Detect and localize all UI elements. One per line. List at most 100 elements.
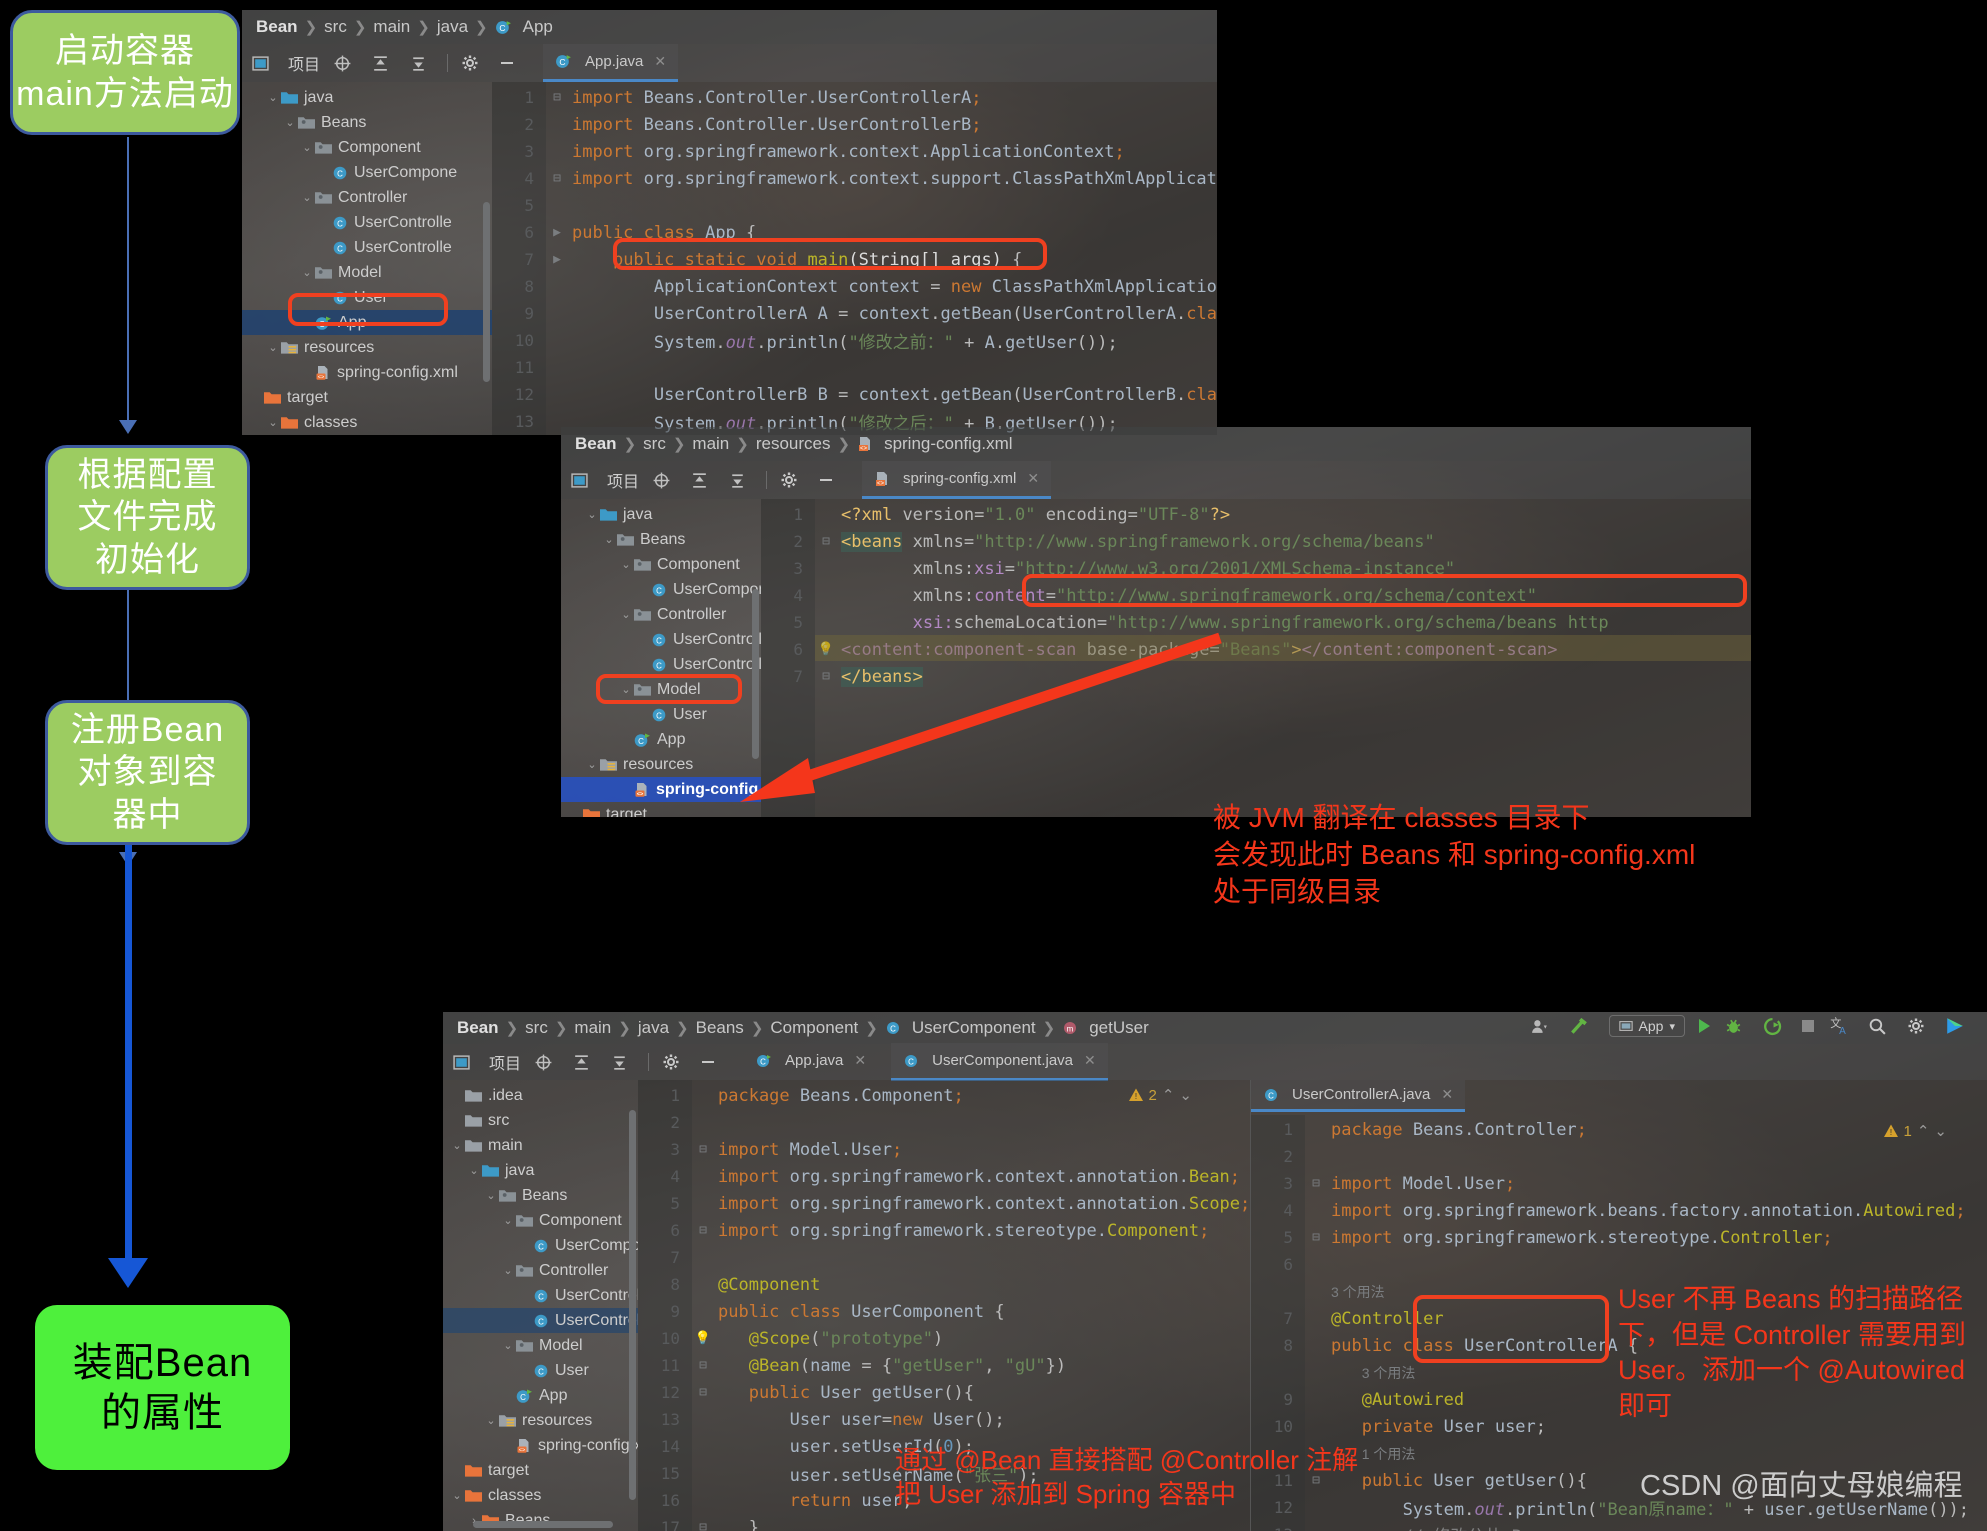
chevron-icon[interactable]: ⌄ xyxy=(584,758,600,771)
tree-node[interactable]: C App xyxy=(242,310,492,335)
fold-marker-icon[interactable]: ⊟ xyxy=(692,1385,714,1400)
breadcrumb-item-5[interactable]: Component xyxy=(770,1018,858,1038)
code-line[interactable]: 4 import org.springframework.context.ann… xyxy=(638,1163,1250,1190)
fold-marker-icon[interactable]: ▶ xyxy=(546,225,568,240)
code-line[interactable]: 17 ⊟ } xyxy=(638,1514,1250,1531)
breadcrumb-item-3[interactable]: resources xyxy=(756,434,831,454)
tree-node[interactable]: ⌄ Model xyxy=(443,1333,638,1358)
fold-marker-icon[interactable]: ⊟ xyxy=(1305,1230,1327,1245)
chevron-icon[interactable]: ⌄ xyxy=(618,558,634,571)
code-line[interactable]: 9 UserControllerA A = context.getBean(Us… xyxy=(492,300,1217,327)
project-panel-icon[interactable] xyxy=(453,1054,470,1071)
code-line[interactable]: 12 UserControllerB B = context.getBean(U… xyxy=(492,381,1217,408)
breadcrumb-item-6[interactable]: UserComponent xyxy=(912,1018,1036,1038)
tree-node[interactable]: C UserCompone xyxy=(443,1233,638,1258)
project-label[interactable]: 项目 xyxy=(288,51,320,75)
target-icon[interactable] xyxy=(652,471,671,490)
code-line[interactable]: 10 💡 @Scope("prototype") xyxy=(638,1325,1250,1352)
close-icon[interactable]: ✕ xyxy=(1084,1052,1096,1069)
code-line[interactable]: 7 ▶ public static void main(String[] arg… xyxy=(492,246,1217,273)
close-icon[interactable]: ✕ xyxy=(854,1052,866,1069)
code-line[interactable]: 12 ⊟ public User getUser(){ xyxy=(638,1379,1250,1406)
tree-node[interactable]: ⌄ Component xyxy=(561,552,761,577)
breadcrumb-item-4[interactable]: App xyxy=(523,17,553,37)
user-profile-icon[interactable] xyxy=(1530,1017,1549,1036)
tree-node[interactable]: C App xyxy=(443,1383,638,1408)
tree-node[interactable]: ⌄ Model xyxy=(242,260,492,285)
chevron-down-icon[interactable]: ⌄ xyxy=(1179,1086,1192,1104)
tab-app-java[interactable]: C App.java ✕ xyxy=(543,44,679,82)
chevron-icon[interactable]: ⌄ xyxy=(449,1489,465,1502)
code-line[interactable]: 3 ⊟ import Model.User; xyxy=(1251,1170,1987,1197)
code-line[interactable]: 13 // 修改公共 Bean xyxy=(1251,1521,1987,1531)
tree-node[interactable]: ⌄ resources xyxy=(443,1408,638,1433)
tree-node[interactable]: C User xyxy=(242,285,492,310)
tree-node[interactable]: ⌄ main xyxy=(443,1133,638,1158)
code-line[interactable]: 2 ⊟ <beans xmlns="http://www.springframe… xyxy=(761,528,1751,555)
expand-all-icon[interactable] xyxy=(371,54,390,73)
collapse-all-icon[interactable] xyxy=(728,471,747,490)
chevron-icon[interactable]: ⌄ xyxy=(601,533,617,546)
tree-node[interactable]: <> spring-config.xml xyxy=(443,1433,638,1458)
tree-node[interactable]: C UserControlle xyxy=(443,1308,638,1333)
fold-marker-icon[interactable]: ⊟ xyxy=(692,1223,714,1238)
chevron-icon[interactable]: ⌄ xyxy=(299,141,315,154)
gear-icon[interactable] xyxy=(461,54,479,72)
chevron-icon[interactable]: ⌄ xyxy=(466,1164,482,1177)
tree-scrollbar-h[interactable] xyxy=(473,1521,613,1528)
code-line[interactable]: 6 ▶ public class App { xyxy=(492,219,1217,246)
build-hammer-icon[interactable] xyxy=(1569,1016,1589,1036)
run-with-coverage-icon[interactable] xyxy=(1763,1017,1782,1036)
code-line[interactable]: 5 xyxy=(492,192,1217,219)
code-line[interactable]: 4 ⊟ import org.springframework.context.s… xyxy=(492,165,1217,192)
chevron-icon[interactable]: ⌄ xyxy=(282,116,298,129)
minimize-icon[interactable] xyxy=(817,471,835,489)
code-line[interactable]: 1 ⊟ import Beans.Controller.UserControll… xyxy=(492,84,1217,111)
warning-count-badge[interactable]: ! 1 ⌃ ⌄ xyxy=(1883,1122,1947,1140)
run-icon[interactable] xyxy=(1699,1019,1710,1033)
code-line[interactable]: 4 xmlns:content="http://www.springframew… xyxy=(761,582,1751,609)
chevron-icon[interactable]: ⌄ xyxy=(500,1214,516,1227)
close-icon[interactable]: ✕ xyxy=(1441,1086,1453,1103)
tree-node[interactable]: src xyxy=(443,1108,638,1133)
code-line[interactable]: 11 xyxy=(492,354,1217,381)
gear-icon[interactable] xyxy=(662,1053,680,1071)
warning-count-badge[interactable]: ! 2 ⌃ ⌄ xyxy=(1128,1086,1192,1104)
breadcrumb-item-3[interactable]: java xyxy=(638,1018,669,1038)
chevron-icon[interactable]: ⌄ xyxy=(500,1339,516,1352)
close-icon[interactable]: ✕ xyxy=(1027,470,1039,487)
minimize-icon[interactable] xyxy=(699,1053,717,1071)
breadcrumb-item-1[interactable]: src xyxy=(525,1018,548,1038)
stop-icon[interactable] xyxy=(1802,1020,1814,1032)
fold-marker-icon[interactable]: 💡 xyxy=(692,1331,714,1346)
code-line[interactable]: 6 xyxy=(1251,1251,1987,1278)
fold-marker-icon[interactable]: ⊟ xyxy=(692,1520,714,1531)
fold-marker-icon[interactable]: ⊟ xyxy=(546,171,568,186)
breadcrumb-item-2[interactable]: main xyxy=(692,434,729,454)
chevron-icon[interactable]: ⌄ xyxy=(265,91,281,104)
code-line[interactable]: 6 ⊟ import org.springframework.stereotyp… xyxy=(638,1217,1250,1244)
search-icon[interactable] xyxy=(1868,1017,1887,1036)
tree-scrollbar[interactable] xyxy=(629,1110,636,1500)
tree-node[interactable]: ⌄ java xyxy=(242,85,492,110)
code-line[interactable]: 2 xyxy=(1251,1143,1987,1170)
tree-node[interactable]: ⌄ java xyxy=(443,1158,638,1183)
code-line[interactable]: 11 ⊟ @Bean(name = {"getUser", "gU"}) xyxy=(638,1352,1250,1379)
breadcrumb-item-3[interactable]: java xyxy=(437,17,468,37)
tree-node[interactable]: ⌄ Controller xyxy=(561,602,761,627)
code-line[interactable]: 13 User user=new User(); xyxy=(638,1406,1250,1433)
tree-node[interactable]: ⌄ Beans xyxy=(443,1183,638,1208)
code-line[interactable]: 9 public class UserComponent { xyxy=(638,1298,1250,1325)
code-line[interactable]: 7 xyxy=(638,1244,1250,1271)
chevron-icon[interactable]: ⌄ xyxy=(618,683,634,696)
project-label[interactable]: 项目 xyxy=(607,468,639,492)
tree-node[interactable]: ⌄ Beans xyxy=(242,110,492,135)
tab-usercontrollera-java[interactable]: C UserControllerA.java ✕ xyxy=(1251,1080,1466,1112)
fold-marker-icon[interactable]: ⊟ xyxy=(692,1142,714,1157)
code-line[interactable]: 3 xmlns:xsi="http://www.w3.org/2001/XMLS… xyxy=(761,555,1751,582)
breadcrumb-item-1[interactable]: src xyxy=(643,434,666,454)
run-config-selector[interactable]: App ▾ xyxy=(1608,1015,1685,1037)
ide-logo-icon[interactable] xyxy=(1945,1016,1965,1036)
chevron-down-icon[interactable]: ⌄ xyxy=(1934,1122,1947,1140)
code-line[interactable]: 1 package Beans.Controller; xyxy=(1251,1116,1987,1143)
